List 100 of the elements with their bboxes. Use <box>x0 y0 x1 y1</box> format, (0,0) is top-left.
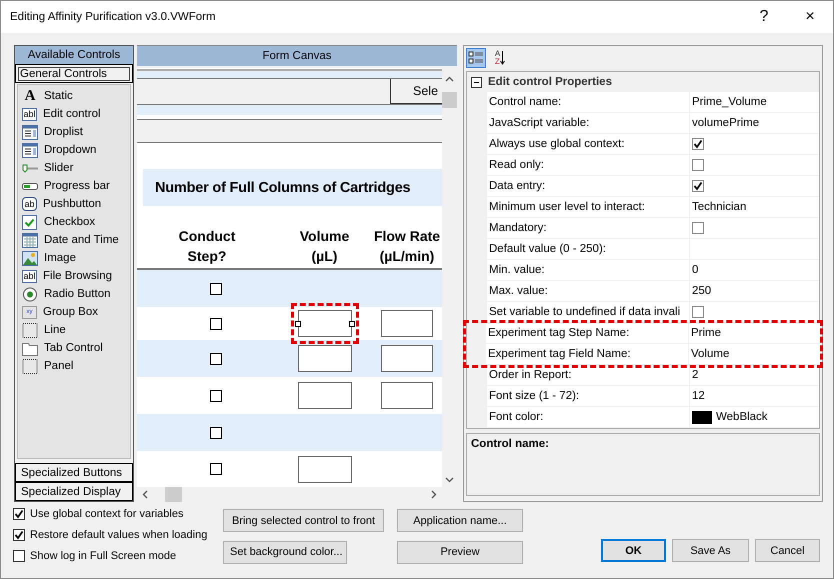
control-item[interactable]: Radio Button <box>44 288 110 300</box>
checkbox-label[interactable]: Restore default values when loading <box>30 528 208 540</box>
scroll-thumb[interactable] <box>165 487 182 502</box>
checkbox[interactable] <box>210 352 222 364</box>
property-value[interactable]: volumePrime <box>690 113 819 134</box>
control-item[interactable]: Line <box>44 324 66 336</box>
property-value: WebBlack <box>716 411 768 423</box>
scroll-right-icon[interactable] <box>431 490 437 499</box>
panel-tab[interactable]: Specialized Display <box>15 482 133 501</box>
control-item[interactable]: Panel <box>44 360 74 372</box>
input-field[interactable] <box>381 382 433 409</box>
property-value[interactable]: Prime <box>689 323 820 344</box>
column-header: Conduct Step? <box>178 227 236 266</box>
control-item[interactable]: Image <box>44 252 76 264</box>
checkbox[interactable] <box>692 159 704 171</box>
property-label: Control name: <box>487 92 690 113</box>
panel-tab[interactable]: General Controls <box>15 64 133 83</box>
property-label: JavaScript variable: <box>487 113 690 134</box>
control-item[interactable]: Progress bar <box>44 180 110 192</box>
control-item[interactable]: Group Box <box>43 306 98 318</box>
property-value[interactable]: 12 <box>690 386 819 407</box>
checkbox[interactable] <box>210 390 222 402</box>
checkbox-icon <box>22 214 38 230</box>
checkbox[interactable] <box>13 528 25 540</box>
folder-icon <box>22 340 38 356</box>
input-field[interactable] <box>298 345 352 372</box>
checkbox[interactable] <box>13 550 25 562</box>
action-button[interactable]: Preview <box>397 540 523 564</box>
scroll-down-icon[interactable] <box>445 477 454 483</box>
column-header: Flow Rate (µL/min) <box>372 227 442 266</box>
collapse-icon[interactable] <box>471 76 482 88</box>
property-label: Minimum user level to interact: <box>487 197 690 218</box>
push-button-icon: ab <box>22 197 37 211</box>
checkbox[interactable] <box>692 138 704 150</box>
control-item[interactable]: Edit control <box>43 108 101 120</box>
property-label: Font color: <box>487 407 690 428</box>
dialog-button[interactable]: Cancel <box>755 539 820 562</box>
input-field[interactable] <box>381 345 433 372</box>
property-value[interactable]: Technician <box>690 197 819 218</box>
checkbox[interactable] <box>210 282 222 294</box>
property-label: Set variable to undefined if data invali <box>487 302 690 323</box>
property-value[interactable]: 250 <box>690 281 819 302</box>
list-icon <box>22 142 38 158</box>
panel-tab[interactable]: Specialized Buttons <box>15 463 133 482</box>
control-item[interactable]: Pushbutton <box>43 198 102 210</box>
property-label: Always use global context: <box>487 134 690 155</box>
property-value[interactable]: 0 <box>690 260 819 281</box>
input-field[interactable] <box>298 382 352 409</box>
control-item[interactable]: Tab Control <box>44 342 103 354</box>
control-item[interactable]: Droplist <box>44 126 83 138</box>
checkbox[interactable] <box>13 508 25 520</box>
property-label: Experiment tag Field Name: <box>486 344 689 365</box>
control-item[interactable]: Slider <box>44 162 74 174</box>
control-item[interactable]: Static <box>44 90 73 102</box>
property-label: Order in Report: <box>487 365 690 386</box>
value-cell[interactable] <box>690 239 819 260</box>
description-title: Control name: <box>471 438 549 450</box>
categorized-view-icon[interactable] <box>466 48 486 68</box>
checkbox[interactable] <box>692 306 704 318</box>
action-button[interactable]: Application name... <box>397 509 523 532</box>
calendar-icon <box>22 232 38 248</box>
input-field[interactable] <box>298 456 352 482</box>
checkbox[interactable] <box>692 222 704 234</box>
scroll-up-icon[interactable] <box>445 76 454 82</box>
action-button[interactable]: Bring selected control to front <box>223 509 384 532</box>
checkbox-label[interactable]: Use global context for variables <box>30 508 184 520</box>
checkbox[interactable] <box>692 180 704 192</box>
help-button[interactable]: ? <box>741 1 787 33</box>
property-value[interactable]: Volume <box>689 344 820 365</box>
text-field-icon: abl <box>22 108 37 120</box>
close-button[interactable]: × <box>787 1 833 33</box>
control-item[interactable]: Dropdown <box>44 144 96 156</box>
property-label: Default value (0 - 250): <box>487 239 690 260</box>
control-item[interactable]: Date and Time <box>44 234 119 246</box>
input-field[interactable] <box>381 310 433 337</box>
scroll-thumb[interactable] <box>442 92 457 108</box>
checkbox-label[interactable]: Show log in Full Screen mode <box>30 550 176 562</box>
form-heading: Number of Full Columns of Cartridges <box>143 169 442 206</box>
property-label: Experiment tag Step Name: <box>486 323 689 344</box>
dialog-button[interactable]: OK <box>601 539 666 562</box>
dotted-box-icon <box>22 322 38 338</box>
checkbox[interactable] <box>210 426 222 438</box>
checkbox[interactable] <box>210 463 222 475</box>
form-button[interactable]: Sele <box>390 79 442 104</box>
radio-icon <box>22 286 38 302</box>
control-item[interactable]: File Browsing <box>43 270 112 282</box>
property-label: Data entry: <box>487 176 690 197</box>
checkbox[interactable] <box>210 318 222 330</box>
property-value[interactable]: Prime_Volume <box>690 92 819 113</box>
panel-header: Form Canvas <box>137 46 457 66</box>
property-label: Font size (1 - 72): <box>487 386 690 407</box>
dialog-button[interactable]: Save As <box>672 539 749 562</box>
control-item[interactable]: Checkbox <box>44 216 96 228</box>
window-title: Editing Affinity Purification v3.0.VWForm <box>10 11 217 23</box>
scroll-left-icon[interactable] <box>142 490 148 499</box>
action-button[interactable]: Set background color... <box>223 540 347 564</box>
property-value[interactable]: 2 <box>690 365 819 386</box>
property-label: Mandatory: <box>487 218 690 239</box>
panel-header: Available Controls <box>15 46 133 64</box>
property-label: Max. value: <box>487 281 690 302</box>
